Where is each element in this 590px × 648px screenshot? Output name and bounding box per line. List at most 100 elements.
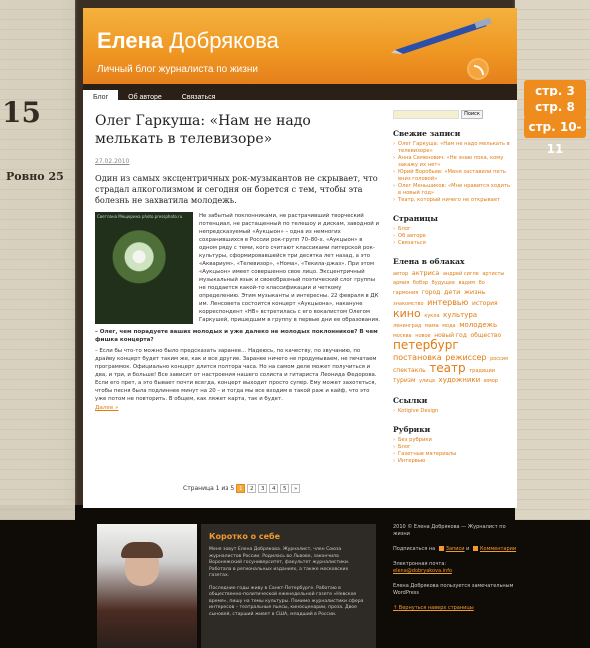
- cloud-tag[interactable]: вадим: [459, 280, 476, 286]
- page-link[interactable]: 2: [247, 484, 257, 493]
- cloud-tag[interactable]: россия: [490, 356, 508, 362]
- cloud-tag[interactable]: интервью: [427, 298, 468, 307]
- page-item[interactable]: Блог: [393, 226, 511, 233]
- cloud-tag[interactable]: жизнь: [464, 288, 486, 296]
- cloud-tag[interactable]: кино: [393, 307, 421, 320]
- newspaper-left-decor: 15 Ровно 25: [0, 0, 75, 520]
- cloud-tag[interactable]: юмор: [484, 378, 498, 384]
- cloud-tag[interactable]: бо: [479, 280, 485, 286]
- cloud-tag[interactable]: улица: [419, 378, 435, 384]
- site-title-bold: Елена: [97, 28, 164, 53]
- powered-by: Елена Добрякова пользуется замечательным…: [393, 583, 514, 596]
- rss-icon: [438, 546, 444, 551]
- about-heading: Коротко о себе: [209, 532, 281, 541]
- page-next-link[interactable]: »: [291, 484, 301, 493]
- cloud-tag[interactable]: художники: [439, 376, 481, 384]
- pagination: Страница 1 из 5 1 2 3 4 5 »: [183, 484, 301, 493]
- subscribe-line: Подписаться на Записи и Комментарии: [393, 546, 517, 553]
- search-input[interactable]: [393, 110, 459, 119]
- photo-caption: Светлана Мещерина photo.pressphoto.ru: [97, 214, 183, 219]
- cloud-tag[interactable]: андрей сигле: [443, 271, 479, 277]
- cloud-tag[interactable]: бобэр: [413, 280, 428, 286]
- newspaper-mid-text: Ровно 25: [6, 170, 64, 183]
- page-item[interactable]: Связаться: [393, 240, 511, 247]
- about-box: Коротко о себе Меня зовут Елена Добряков…: [201, 524, 376, 648]
- post-area: Олег Гаркуша: «Нам не надо мелькать в те…: [95, 112, 380, 411]
- about-text-2: Последние годы живу в Санкт-Петербурге. …: [209, 585, 364, 617]
- subscribe-posts-link[interactable]: Записи: [446, 546, 465, 552]
- rubrics-list: Без рубрики Блог Газетные материалы Инте…: [393, 437, 511, 465]
- site-tagline: Личный блог журналиста по жизни: [97, 64, 258, 75]
- cloud-tag[interactable]: культура: [443, 311, 477, 319]
- post-title[interactable]: Олег Гаркуша: «Нам не надо мелькать в те…: [95, 112, 380, 148]
- cloud-tag[interactable]: театр: [429, 361, 465, 375]
- rubric-item[interactable]: Блог: [393, 444, 511, 451]
- cloud-tag[interactable]: армия: [393, 280, 409, 286]
- recent-item[interactable]: Олег Меньшиков: «Мне нравится ходить в н…: [393, 183, 511, 197]
- cloud-tag[interactable]: молодежь: [459, 321, 497, 329]
- search-form: Поиск: [393, 110, 511, 119]
- cloud-tag[interactable]: ленинград: [393, 323, 421, 329]
- rss-icon[interactable]: [467, 58, 489, 80]
- rubric-item[interactable]: Без рубрики: [393, 437, 511, 444]
- back-to-top-link[interactable]: ↑ Вернуться наверх страницы: [393, 605, 517, 612]
- site-title[interactable]: Елена Добрякова: [97, 28, 279, 54]
- sidebar: Поиск Свежие записи Олег Гаркуша: «Нам н…: [393, 110, 511, 465]
- cloud-tag[interactable]: общество: [470, 332, 501, 339]
- recent-item[interactable]: Театр, который ничего не открывает: [393, 197, 511, 204]
- author-photo: [97, 524, 197, 648]
- recent-item[interactable]: Юрий Воробьев: «Меня заставили петь вниз…: [393, 169, 511, 183]
- links-list: Kotigive Design: [393, 408, 511, 415]
- nav-about[interactable]: Об авторе: [118, 90, 172, 106]
- page-item[interactable]: Об авторе: [393, 233, 511, 240]
- page-link[interactable]: 1: [236, 484, 246, 493]
- copyright: 2010 © Елена Добрякова — Журналист по жи…: [393, 524, 506, 537]
- post-date[interactable]: 27.02.2010: [95, 158, 380, 165]
- cloud-tag[interactable]: город: [422, 289, 440, 296]
- cloud-tag[interactable]: петербург: [393, 338, 459, 352]
- cloud-tag[interactable]: мама: [425, 323, 439, 329]
- rubric-item[interactable]: Интервью: [393, 458, 511, 465]
- rubrics-heading: Рубрики: [393, 425, 431, 434]
- link-item[interactable]: Kotigive Design: [393, 408, 511, 415]
- cloud-tag[interactable]: актриса: [412, 269, 440, 277]
- page-link[interactable]: 5: [280, 484, 290, 493]
- post-photo: Светлана Мещерина photo.pressphoto.ru: [95, 212, 193, 324]
- recent-item[interactable]: Анна Семенович: «Не знаю пока, кому зака…: [393, 155, 511, 169]
- cloud-tag[interactable]: традиции: [469, 368, 495, 374]
- pen-icon: [391, 17, 492, 54]
- cloud-tag[interactable]: дети: [444, 288, 461, 296]
- newspaper-big-number: 15: [2, 96, 41, 129]
- pager-label: Страница 1 из 5: [183, 485, 235, 492]
- page-link[interactable]: 4: [269, 484, 279, 493]
- page-tab: стр. 10-11: [524, 116, 586, 156]
- cloud-tag[interactable]: будущее: [432, 280, 455, 286]
- rubric-item[interactable]: Газетные материалы: [393, 451, 511, 458]
- cloud-tag[interactable]: спектакль: [393, 367, 426, 374]
- read-more-link[interactable]: Далее »: [95, 405, 380, 411]
- subscribe-and: и: [466, 546, 470, 552]
- subscribe-label: Подписаться на: [393, 546, 436, 552]
- cloud-tag[interactable]: мода: [442, 323, 455, 329]
- footer-info: 2010 © Елена Добрякова — Журналист по жи…: [393, 524, 517, 612]
- nav-blog[interactable]: Блог: [83, 90, 119, 106]
- cloud-tag[interactable]: туризм: [393, 377, 415, 384]
- pages-list: Блог Об авторе Связаться: [393, 226, 511, 247]
- nav-contact[interactable]: Связаться: [172, 90, 226, 106]
- site-title-rest: Добрякова: [163, 28, 279, 53]
- subscribe-comments-link[interactable]: Комментарии: [480, 546, 516, 552]
- email-link[interactable]: elena@dobryakova.info: [393, 568, 517, 575]
- search-button[interactable]: Поиск: [461, 110, 483, 119]
- recent-item[interactable]: Олег Гаркуша: «Нам не надо мелькать в те…: [393, 141, 511, 155]
- cloud-tag[interactable]: артисты: [482, 271, 504, 277]
- page-tab: стр. 8: [524, 96, 586, 118]
- page-link[interactable]: 3: [258, 484, 268, 493]
- cloud-tag[interactable]: гармония: [393, 290, 418, 296]
- post-question: – Олег, чем порадуете ваших молодых и уж…: [95, 329, 378, 343]
- cloud-tag[interactable]: история: [472, 300, 498, 307]
- cloud-tag[interactable]: автор: [393, 271, 408, 277]
- rss-icon: [472, 546, 478, 551]
- pages-heading: Страницы: [393, 214, 438, 223]
- cloud-heading: Елена в облаках: [393, 257, 465, 266]
- cloud-tag[interactable]: кукла: [424, 313, 439, 319]
